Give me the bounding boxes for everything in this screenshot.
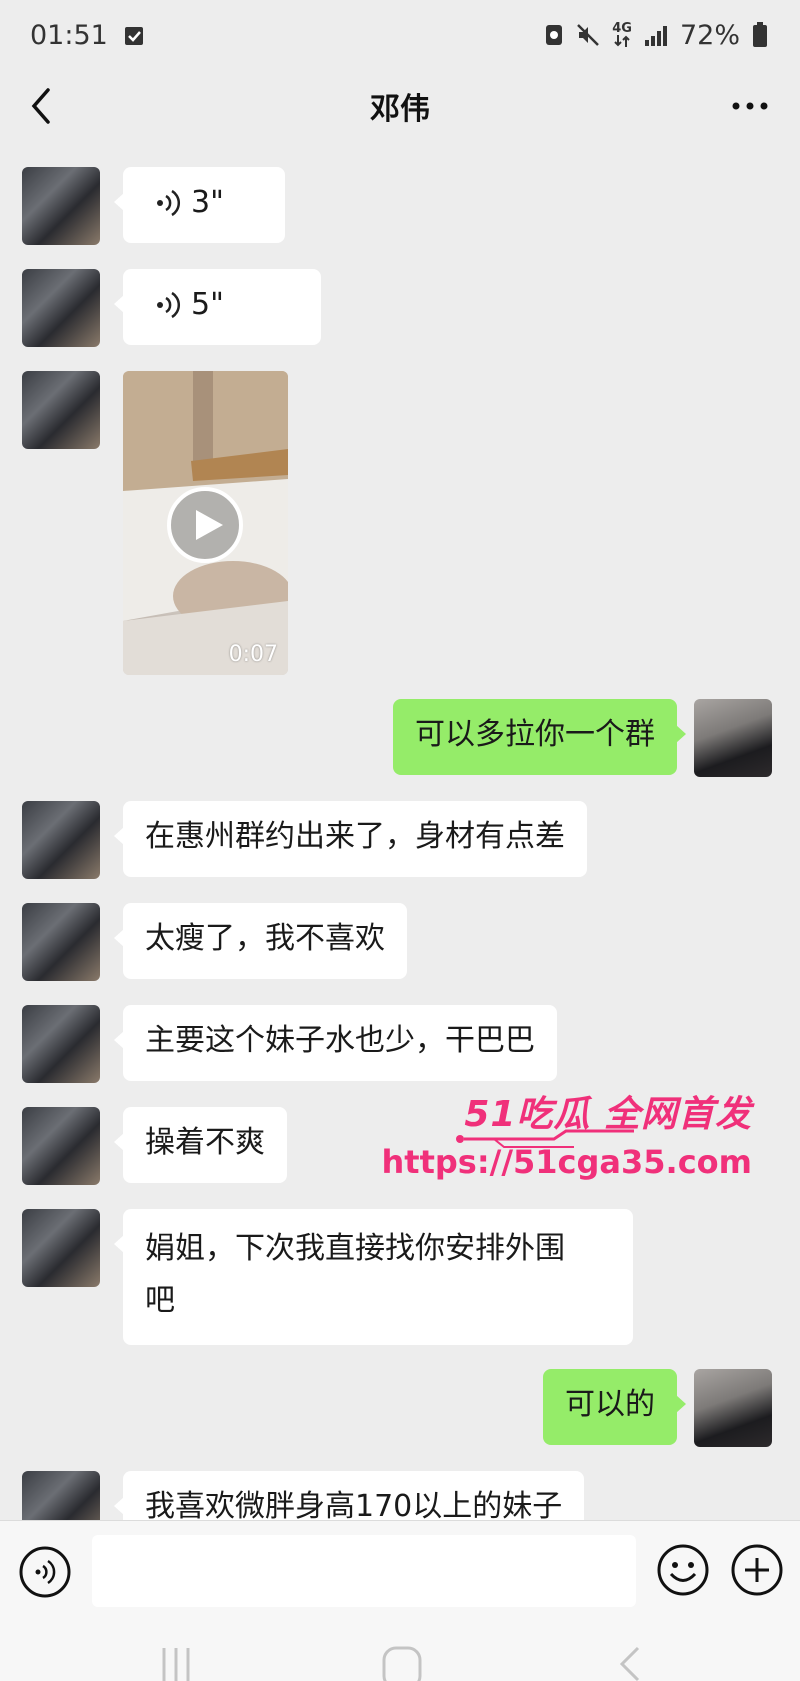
voice-duration: 3" (191, 185, 224, 220)
text-message-bubble[interactable]: 可以的 (543, 1369, 686, 1445)
chat-header: 邓伟 (0, 70, 800, 142)
battery-percent: 72% (679, 19, 740, 51)
message-row: 可以多拉你一个群 (0, 699, 800, 777)
play-icon[interactable] (165, 485, 245, 565)
home-button[interactable] (380, 1642, 424, 1681)
recent-apps-icon (162, 1648, 190, 1681)
system-navigation-bar (0, 1620, 800, 1681)
contact-avatar[interactable] (22, 167, 100, 245)
text-message-bubble[interactable]: 太瘦了，我不喜欢 (114, 903, 407, 979)
back-arrow-icon (619, 1646, 640, 1681)
text-message-bubble[interactable]: 主要这个妹子水也少，干巴巴 (114, 1005, 557, 1081)
voice-wave-icon (157, 189, 181, 217)
watermark-title: 51吃瓜 全网首发 (464, 1094, 752, 1135)
message-row: 3" (0, 167, 800, 245)
message-row: 可以的 (0, 1369, 800, 1447)
mute-icon (576, 23, 600, 47)
chat-title: 邓伟 (370, 92, 430, 127)
contact-avatar[interactable] (22, 1471, 100, 1520)
voice-input-button[interactable] (18, 1545, 72, 1599)
self-avatar[interactable] (694, 1369, 772, 1447)
status-time: 01:51 (30, 19, 108, 51)
more-button[interactable] (730, 88, 770, 124)
video-duration: 0:07 (228, 642, 278, 667)
text-message-bubble[interactable]: 娟姐，下次我直接找你安排外围 吧 (114, 1209, 633, 1345)
message-row: 主要这个妹子水也少，干巴巴 (0, 1005, 800, 1083)
back-nav-button[interactable] (612, 1642, 648, 1681)
alarm-icon (544, 23, 564, 47)
chevron-left-icon (31, 88, 50, 124)
voice-input-icon (19, 1546, 71, 1598)
status-bar: 01:51 4G 72% (0, 0, 800, 70)
chat-messages[interactable]: 3" 5" 0:07 可以多拉你一个群 在惠州群约出来了，身材有点差 太瘦了，我… (0, 142, 800, 1520)
text-message-bubble[interactable]: 我喜欢微胖身高170以上的妹子 (113, 1471, 585, 1520)
text-message-bubble[interactable]: 可以多拉你一个群 (393, 699, 686, 775)
message-row: 我喜欢微胖身高170以上的妹子 (0, 1471, 800, 1520)
watermark-url: https://51cga35.com (381, 1143, 752, 1181)
voice-duration: 5" (191, 287, 224, 322)
message-row: 0:07 (0, 371, 800, 675)
checkbox-notification-icon (124, 24, 144, 46)
watermark: 51吃瓜 全网首发 https://51cga35.com (382, 1085, 780, 1195)
voice-message-bubble[interactable]: 5" (114, 269, 321, 345)
message-row: 在惠州群约出来了，身材有点差 (0, 801, 800, 879)
text-message-bubble[interactable]: 在惠州群约出来了，身材有点差 (114, 801, 587, 877)
emoji-icon (657, 1544, 709, 1596)
input-bar (0, 1520, 800, 1620)
plus-icon (731, 1544, 783, 1596)
recent-apps-button[interactable] (158, 1642, 198, 1681)
message-row: 太瘦了，我不喜欢 (0, 903, 800, 981)
message-row: 娟姐，下次我直接找你安排外围 吧 (0, 1209, 800, 1345)
video-message-thumbnail[interactable]: 0:07 (123, 371, 288, 675)
contact-avatar[interactable] (22, 269, 100, 347)
message-text-line: 吧 (145, 1283, 175, 1318)
contact-avatar[interactable] (22, 1107, 100, 1185)
more-options-button[interactable] (730, 1543, 784, 1597)
message-text-line: 娟姐，下次我直接找你安排外围 (145, 1231, 565, 1266)
text-message-bubble[interactable]: 操着不爽 (114, 1107, 287, 1183)
back-button[interactable] (22, 86, 62, 126)
contact-avatar[interactable] (22, 903, 100, 981)
contact-avatar[interactable] (22, 801, 100, 879)
network-label: 4G (612, 21, 632, 36)
message-row: 5" (0, 269, 800, 347)
contact-avatar[interactable] (22, 371, 100, 449)
network-icon: 4G (612, 21, 632, 47)
more-dots-icon (732, 102, 768, 110)
battery-icon (752, 22, 768, 48)
signal-icon (644, 24, 668, 46)
voice-wave-icon (157, 291, 181, 319)
contact-avatar[interactable] (22, 1209, 100, 1287)
emoji-button[interactable] (656, 1543, 710, 1597)
message-input[interactable] (92, 1535, 636, 1607)
contact-avatar[interactable] (22, 1005, 100, 1083)
voice-message-bubble[interactable]: 3" (114, 167, 285, 243)
self-avatar[interactable] (694, 699, 772, 777)
home-icon (382, 1646, 422, 1681)
